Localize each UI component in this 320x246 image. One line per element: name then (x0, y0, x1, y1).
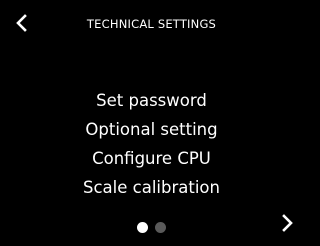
menu-item-set-password[interactable]: Set password (0, 86, 303, 115)
settings-menu: Set password Optional setting Configure … (0, 86, 303, 202)
page-dot-1-active[interactable] (137, 222, 148, 233)
menu-item-configure-cpu[interactable]: Configure CPU (0, 144, 303, 173)
technical-settings-screen: TECHNICAL SETTINGS Set password Optional… (0, 0, 303, 246)
next-page-button[interactable] (277, 210, 299, 236)
page-indicator (0, 222, 303, 233)
menu-item-optional-setting[interactable]: Optional setting (0, 115, 303, 144)
page-title: TECHNICAL SETTINGS (86, 17, 217, 31)
menu-item-scale-calibration[interactable]: Scale calibration (0, 173, 303, 202)
page-dot-2[interactable] (155, 222, 166, 233)
chevron-right-icon (282, 214, 293, 232)
